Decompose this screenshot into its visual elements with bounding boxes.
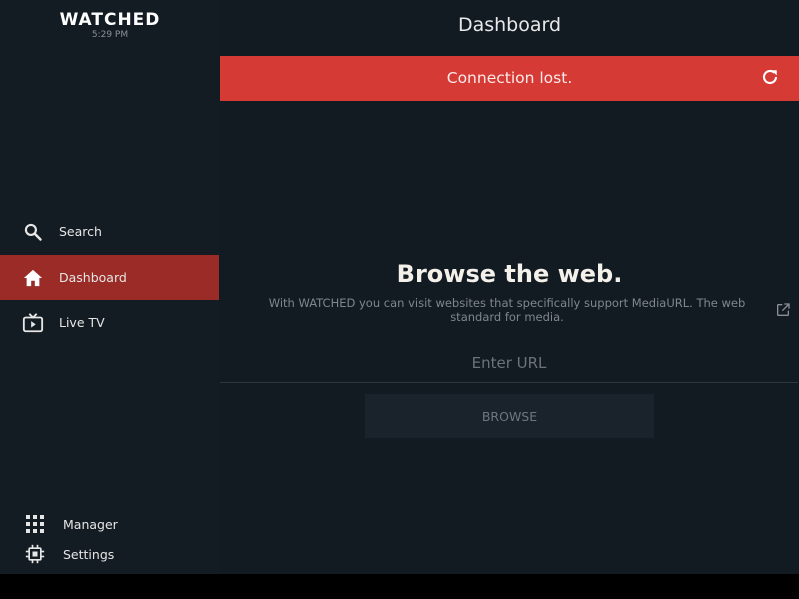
sidebar: WATCHED 5:29 PM Search Dashboard Live TV [0,0,219,574]
sidebar-item-label: Manager [63,516,118,532]
reload-button[interactable] [759,68,781,90]
sidebar-item-dashboard[interactable]: Dashboard [0,255,219,300]
sidebar-item-search[interactable]: Search [0,209,219,254]
sidebar-item-label: Settings [63,546,115,562]
banner-text: Connection lost. [446,69,573,87]
grid-icon [24,513,46,535]
sidebar-item-label: Dashboard [59,270,127,285]
tv-icon [22,312,44,334]
chip-icon [24,543,46,565]
page-title: Dashboard [457,14,562,36]
search-icon [22,221,44,243]
connection-lost-banner: Connection lost. [220,56,799,101]
browse-heading: Browse the web. [396,260,623,288]
refresh-icon [761,68,779,90]
browse-button[interactable]: BROWSE [365,394,654,438]
app-window: WATCHED 5:29 PM Search Dashboard Live TV [0,0,799,574]
external-link-icon[interactable] [775,302,791,318]
sidebar-item-label: Live TV [59,315,105,330]
sidebar-item-manager[interactable]: Manager [0,511,219,537]
app-logo: WATCHED [59,10,161,30]
url-input[interactable] [220,344,798,383]
home-icon [22,267,44,289]
browse-description: With WATCHED you can visit websites that… [268,296,746,324]
sidebar-item-live-tv[interactable]: Live TV [0,300,219,345]
clock: 5:29 PM [91,30,129,40]
sidebar-item-settings[interactable]: Settings [0,541,219,567]
sidebar-item-label: Search [59,224,102,239]
